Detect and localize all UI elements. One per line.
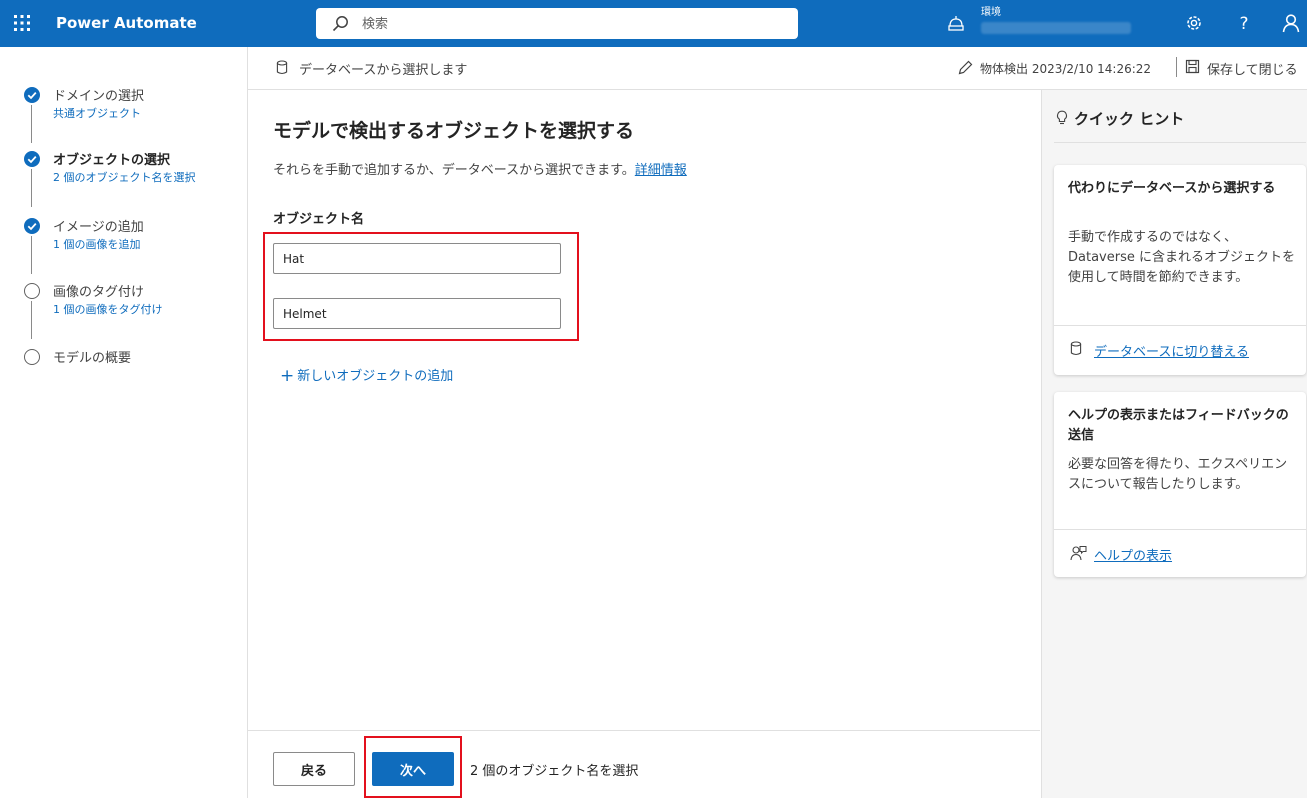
object-name-input-1[interactable] xyxy=(273,243,561,274)
object-name-label: オブジェクト名 xyxy=(273,212,365,227)
description-text: それらを手動で追加するか、データベースから選択できます。 xyxy=(273,163,635,178)
step-title: オブジェクトの選択 xyxy=(53,153,171,168)
environment-label: 環境 xyxy=(981,7,1001,18)
plus-icon: + xyxy=(280,366,295,386)
hint-card-help: ヘルプの表示またはフィードバックの送信 必要な回答を得たり、エクスペリエンスにつ… xyxy=(1054,392,1306,577)
help-icon[interactable]: ? xyxy=(1233,12,1255,34)
hints-divider xyxy=(1054,142,1306,143)
account-icon[interactable] xyxy=(1280,12,1302,34)
step-title: イメージの追加 xyxy=(53,220,144,235)
step-subtitle: 1 個の画像をタグ付け xyxy=(53,303,163,316)
card-divider xyxy=(1054,325,1306,326)
save-and-close-button[interactable]: 保存して閉じる xyxy=(1207,59,1298,78)
step-title: ドメインの選択 xyxy=(53,89,145,104)
command-separator xyxy=(1176,57,1177,77)
command-bar: データベースから選択します 物体検出 2023/2/10 14:26:22 保存… xyxy=(248,47,1307,90)
page-description: それらを手動で追加するか、データベースから選択できます。詳細情報 xyxy=(273,159,687,178)
learn-more-link[interactable]: 詳細情報 xyxy=(635,163,687,178)
quick-hints-header: クイック ヒント xyxy=(1056,108,1184,129)
wizard-steps-nav: ドメインの選択 共通オブジェクト オブジェクトの選択 2 個のオブジェクト名を選… xyxy=(0,47,248,798)
environment-icon[interactable] xyxy=(946,14,966,34)
step-connector xyxy=(31,105,32,143)
add-object-button[interactable]: + 新しいオブジェクトの追加 xyxy=(280,365,453,386)
app-launcher-icon[interactable] xyxy=(13,14,31,32)
lightbulb-icon xyxy=(1057,110,1067,125)
hint-card-body: 必要な回答を得たり、エクスペリエンスについて報告したりします。 xyxy=(1068,457,1288,492)
footer-bar: 戻る 次へ 2 個のオブジェクト名を選択 xyxy=(248,730,1040,799)
model-name[interactable]: 物体検出 2023/2/10 14:26:22 xyxy=(980,60,1151,77)
show-help-link[interactable]: ヘルプの表示 xyxy=(1094,545,1172,564)
page-title: モデルで検出するオブジェクトを選択する xyxy=(273,120,635,142)
add-object-label: 新しいオブジェクトの追加 xyxy=(297,369,454,384)
select-from-database-button[interactable]: データベースから選択します xyxy=(299,59,467,78)
step-subtitle: 共通オブジェクト xyxy=(53,107,141,120)
save-icon xyxy=(1185,59,1200,74)
environment-name-redacted[interactable] xyxy=(981,22,1131,34)
hint-card-body: 手動で作成するのではなく、Dataverse に含まれるオブジェクトを使用して時… xyxy=(1068,230,1295,285)
hint-card-database: 代わりにデータベースから選択する 手動で作成するのではなく、Dataverse … xyxy=(1054,165,1306,375)
hint-card-title: 代わりにデータベースから選択する xyxy=(1068,181,1276,196)
step-connector xyxy=(31,236,32,274)
hint-card-title: ヘルプの表示またはフィードバックの送信 xyxy=(1068,408,1289,443)
object-name-input-2[interactable] xyxy=(273,298,561,329)
step-complete-icon xyxy=(24,87,40,103)
switch-to-database-link[interactable]: データベースに切り替える xyxy=(1094,341,1249,360)
app-title[interactable]: Power Automate xyxy=(56,14,197,32)
quick-hints-title: クイック ヒント xyxy=(1074,110,1185,128)
step-subtitle: 1 個の画像を追加 xyxy=(53,238,141,251)
step-pending-icon xyxy=(24,349,40,365)
footer-status: 2 個のオブジェクト名を選択 xyxy=(470,764,639,779)
step-pending-icon xyxy=(24,283,40,299)
step-complete-icon xyxy=(24,151,40,167)
step-title: モデルの概要 xyxy=(53,351,132,366)
search-box[interactable] xyxy=(316,8,798,39)
settings-icon[interactable] xyxy=(1183,12,1205,34)
step-connector xyxy=(31,301,32,339)
database-icon xyxy=(276,60,288,75)
step-connector xyxy=(31,169,32,207)
quick-hints-panel: クイック ヒント 代わりにデータベースから選択する 手動で作成するのではなく、D… xyxy=(1041,90,1307,798)
top-bar: Power Automate 環境 ? xyxy=(0,0,1307,47)
step-subtitle: 2 個のオブジェクト名を選択 xyxy=(53,171,196,184)
database-icon xyxy=(1070,341,1082,356)
card-divider xyxy=(1054,529,1306,530)
step-title: 画像のタグ付け xyxy=(53,285,145,300)
step-complete-icon xyxy=(24,218,40,234)
search-icon xyxy=(332,16,348,32)
svg-text:?: ? xyxy=(1239,14,1248,34)
back-button[interactable]: 戻る xyxy=(273,752,355,786)
main-content: モデルで検出するオブジェクトを選択する それらを手動で追加するか、データベースか… xyxy=(248,90,1040,730)
edit-pencil-icon[interactable] xyxy=(957,59,974,76)
search-input[interactable] xyxy=(360,12,784,36)
next-button[interactable]: 次へ xyxy=(372,752,454,786)
feedback-person-icon xyxy=(1070,546,1087,561)
